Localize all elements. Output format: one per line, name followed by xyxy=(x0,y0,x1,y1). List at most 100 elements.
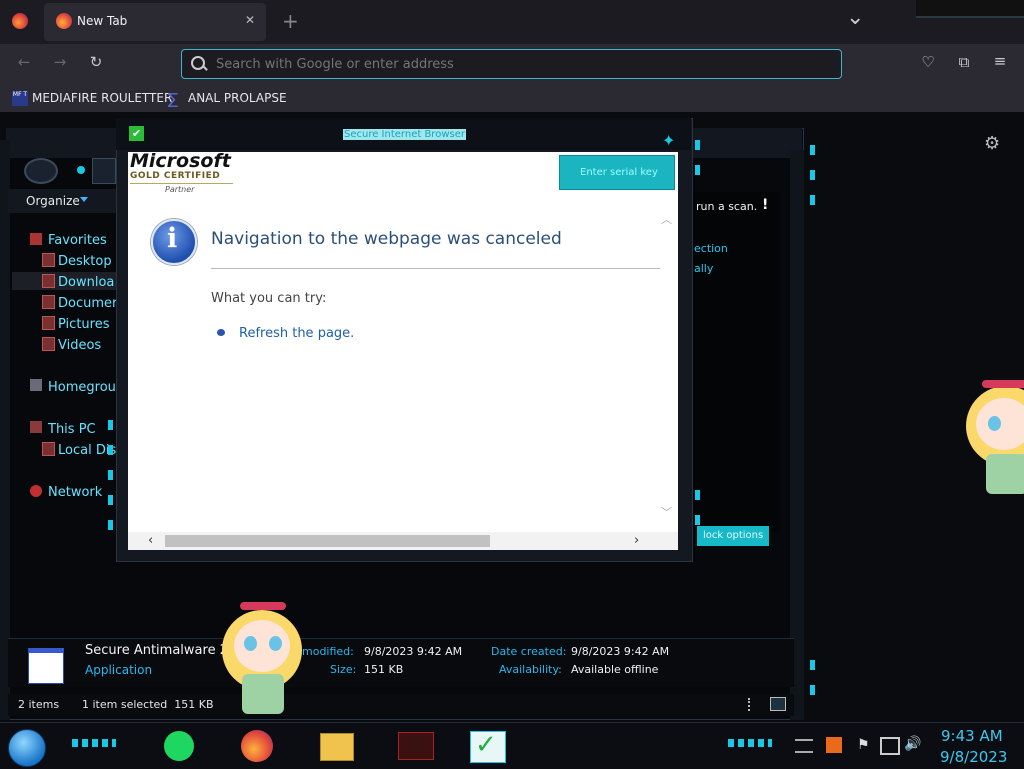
network-status-icon[interactable] xyxy=(880,737,900,755)
mascot-sticker xyxy=(214,600,312,720)
size-value: 151 KB xyxy=(364,663,404,676)
scroll-right-icon[interactable]: › xyxy=(634,533,639,548)
flag-icon[interactable]: ⚑ xyxy=(857,737,870,753)
app-taskbar-icon[interactable] xyxy=(398,732,434,760)
taskbar: ✓ ⚑ 🔊 9:43 AM 9/8/2023 xyxy=(0,722,1024,769)
search-input[interactable] xyxy=(214,53,818,75)
taskbar-deco xyxy=(72,739,116,747)
tab-title: New Tab xyxy=(77,14,128,28)
created-label: Date created: xyxy=(491,645,567,658)
volume-icon[interactable]: 🔊 xyxy=(904,736,921,752)
alert-icon: ! xyxy=(762,197,769,213)
scroll-thumb[interactable] xyxy=(165,535,490,547)
sidebar-item-this-pc[interactable]: This PC xyxy=(48,422,96,437)
frame-led xyxy=(108,470,113,480)
enter-serial-button[interactable]: Enter serial key xyxy=(559,155,675,190)
bullet-icon xyxy=(217,329,225,336)
local-disk-icon xyxy=(42,442,55,456)
refresh-link[interactable]: Refresh the page. xyxy=(239,326,354,341)
block-options-label: lock options xyxy=(703,530,764,541)
frame-led xyxy=(810,145,815,155)
start-orb-icon[interactable] xyxy=(8,729,46,767)
file-thumbnail-icon xyxy=(28,648,64,684)
address-stub[interactable] xyxy=(92,158,116,184)
tray-app-icon[interactable] xyxy=(826,737,842,753)
bookmark-label: ANAL PROLAPSE xyxy=(188,91,287,105)
details-view-icon[interactable] xyxy=(748,698,754,711)
frame-led xyxy=(695,515,700,525)
reload-icon[interactable]: ↻ xyxy=(86,53,106,71)
address-bar[interactable] xyxy=(181,49,842,79)
sidebar-item-documents[interactable]: Documer xyxy=(58,296,117,311)
chevron-down-icon[interactable]: ⌄ xyxy=(846,5,864,30)
clock-date[interactable]: 9/8/2023 xyxy=(940,748,1007,766)
created-value: 9/8/2023 9:42 AM xyxy=(571,645,670,658)
check-icon: ✓ xyxy=(475,730,497,760)
back-arrow-icon[interactable]: ← xyxy=(14,53,34,71)
bookmark-label: MEDIAFIRE ROULETTER xyxy=(32,91,173,105)
sigma-icon: ∑ xyxy=(168,90,179,108)
dialog-content: Microsoft GOLD CERTIFIED Partner Enter s… xyxy=(128,150,678,550)
close-icon[interactable]: ✕ xyxy=(245,13,255,27)
status-bar: 2 items 1 item selected 151 KB xyxy=(8,694,794,716)
show-hidden-icons-icon[interactable] xyxy=(795,739,813,753)
gold-certified-label: GOLD CERTIFIED xyxy=(130,171,221,181)
explorer-side-rim-right xyxy=(790,150,804,720)
tab-strip: New Tab ✕ + ⌄ xyxy=(0,0,1024,44)
file-explorer-icon[interactable] xyxy=(320,733,354,761)
sidebar-item-downloads[interactable]: Downloa xyxy=(58,275,114,290)
extensions-icon[interactable]: ⧉ xyxy=(954,53,974,71)
close-icon[interactable]: ✦ xyxy=(662,132,680,150)
sidebar-item-videos[interactable]: Videos xyxy=(58,338,101,353)
scroll-up-icon[interactable]: ︿ xyxy=(661,211,672,227)
new-tab-button[interactable]: + xyxy=(282,9,299,33)
taskbar-deco xyxy=(728,739,772,747)
favorites-icon xyxy=(30,233,42,245)
spotify-icon[interactable] xyxy=(164,731,194,761)
back-orb-icon[interactable] xyxy=(24,158,58,184)
clock-time[interactable]: 9:43 AM xyxy=(941,727,1003,745)
frame-led xyxy=(695,490,700,500)
pocket-icon[interactable]: ♡ xyxy=(918,53,938,71)
forward-dot-icon[interactable] xyxy=(77,166,85,174)
sidebar-item-network[interactable]: Network xyxy=(48,485,102,500)
block-options-button[interactable]: lock options xyxy=(697,526,769,546)
sidebar-item-desktop[interactable]: Desktop xyxy=(58,254,112,269)
homegroup-icon xyxy=(30,379,42,391)
serial-button-label: Enter serial key xyxy=(580,167,658,178)
sidebar-item-homegroup[interactable]: Homegroup xyxy=(48,380,124,395)
organize-button[interactable]: Organize xyxy=(26,194,80,208)
documents-icon xyxy=(42,295,55,309)
desktop-icon xyxy=(42,253,55,267)
firefox-taskbar-icon[interactable] xyxy=(241,730,273,762)
gold-divider xyxy=(130,183,233,184)
frame-led xyxy=(810,170,815,180)
nav-pane: Favorites Desktop Downloa Documer Pictur… xyxy=(8,215,124,515)
modified-value: 9/8/2023 9:42 AM xyxy=(364,645,463,658)
forward-arrow-icon[interactable]: → xyxy=(50,53,70,71)
item-count: 2 items xyxy=(18,698,60,711)
firefox-view-icon[interactable] xyxy=(12,13,28,29)
horizontal-scrollbar[interactable]: ‹ › xyxy=(128,532,678,550)
sidebar-item-favorites[interactable]: Favorites xyxy=(48,233,107,248)
large-icons-view-icon[interactable] xyxy=(770,697,786,711)
chevron-down-icon xyxy=(80,197,88,202)
antimalware-panel: run a scan. ! ection ally xyxy=(690,192,780,532)
dialog-title: Secure Internet Browser xyxy=(343,129,466,140)
scroll-left-icon[interactable]: ‹ xyxy=(148,533,153,548)
availability-value: Available offline xyxy=(571,663,659,676)
scroll-down-icon[interactable]: ﹀ xyxy=(661,504,672,520)
scan-prompt-text: run a scan. xyxy=(696,200,758,213)
size-label: Size: xyxy=(330,663,357,676)
gear-icon[interactable]: ⚙ xyxy=(984,135,1002,153)
menu-icon[interactable]: ≡ xyxy=(990,52,1010,70)
sidebar-item-pictures[interactable]: Pictures xyxy=(58,317,109,332)
frame-led xyxy=(810,685,815,695)
tab-new-tab[interactable]: New Tab ✕ xyxy=(44,3,266,41)
frame-led xyxy=(695,165,700,175)
protection-link[interactable]: ection xyxy=(694,242,728,255)
automatically-link[interactable]: ally xyxy=(694,262,713,275)
partner-label: Partner xyxy=(165,185,195,194)
frame-led xyxy=(810,660,815,670)
file-type: Application xyxy=(85,663,153,677)
